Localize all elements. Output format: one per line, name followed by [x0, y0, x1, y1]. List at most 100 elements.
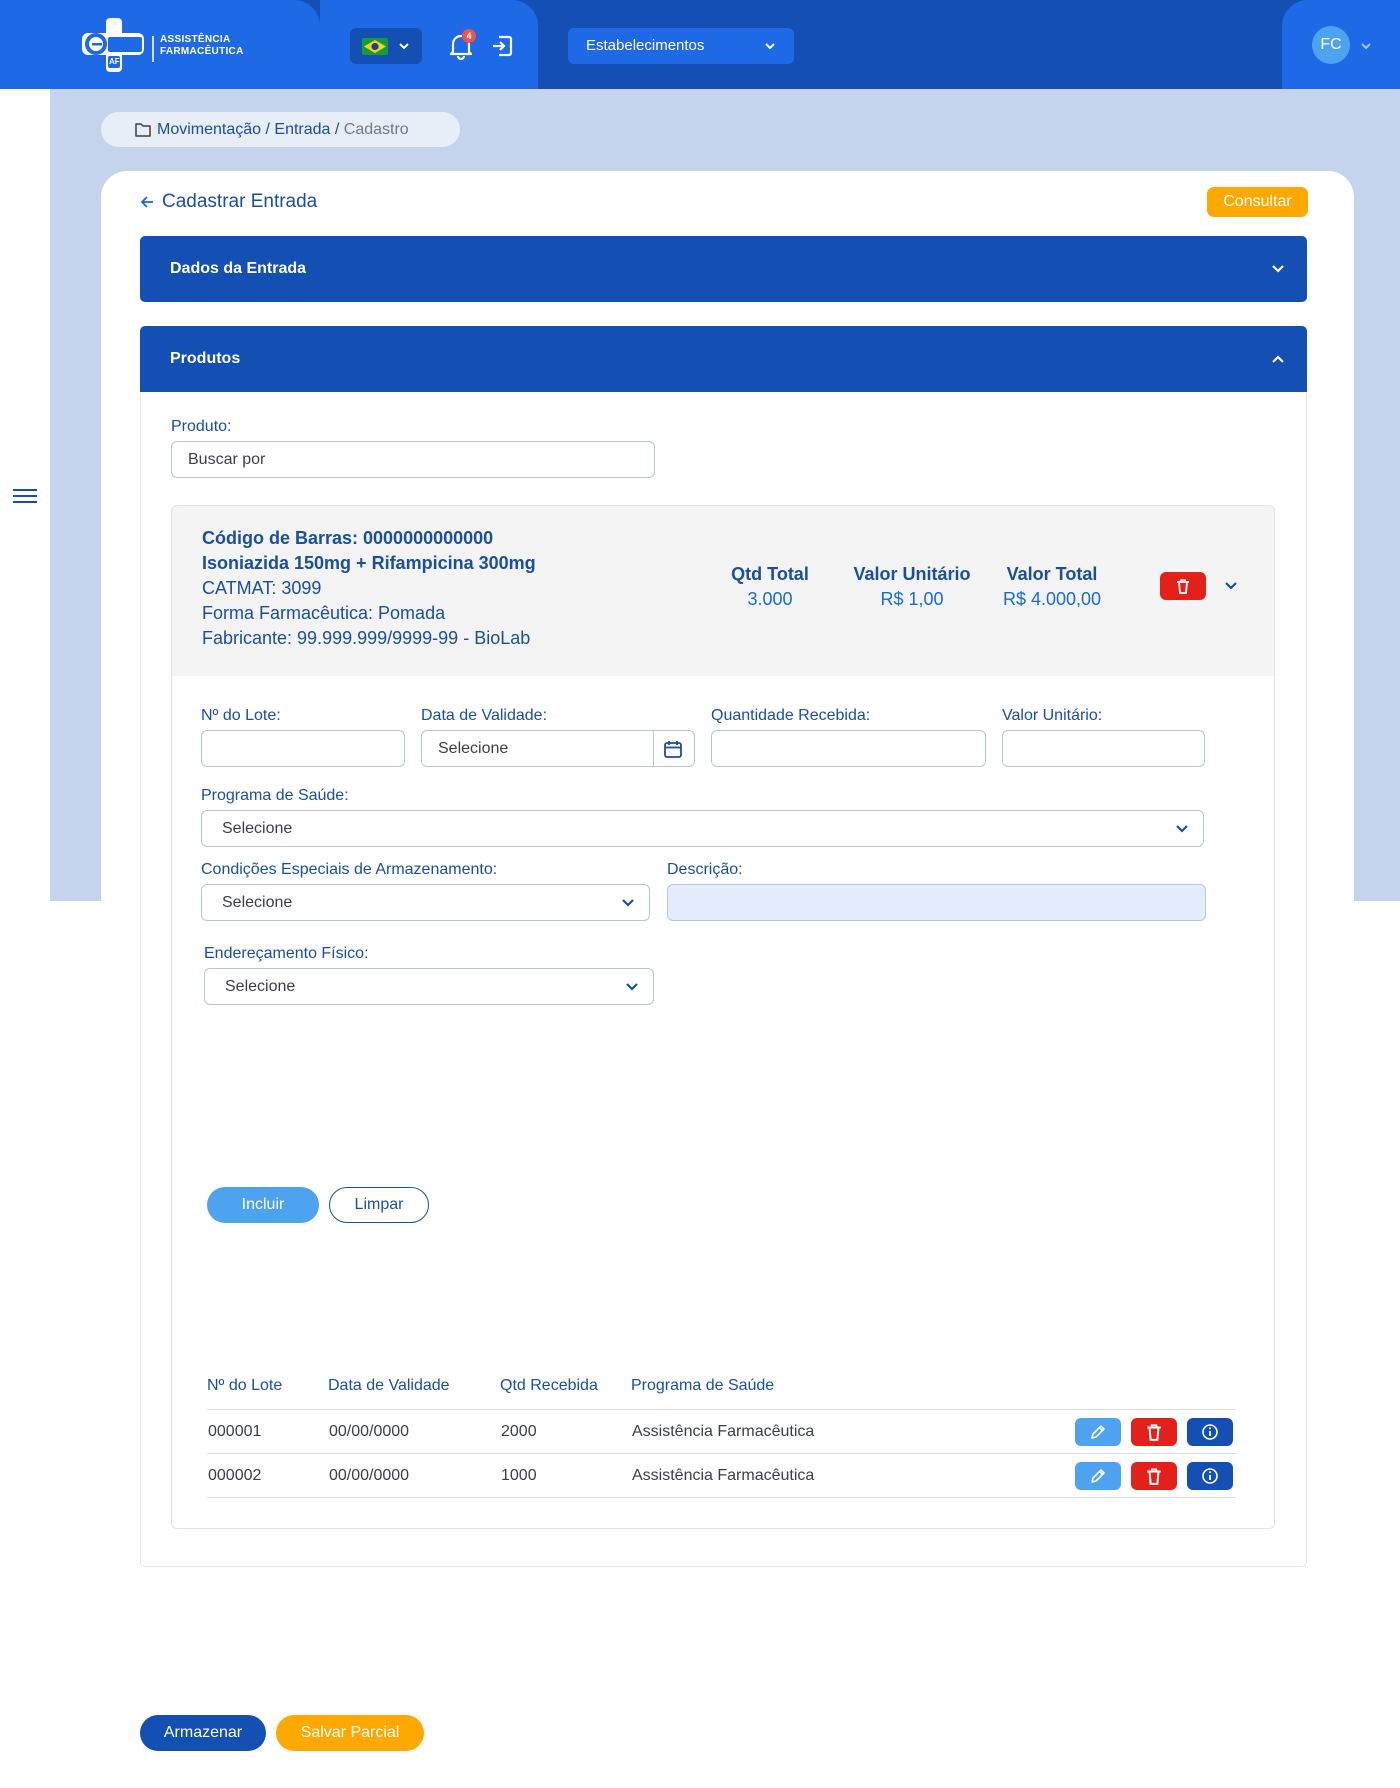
breadcrumb-separator: / — [330, 121, 344, 138]
hamburger-menu-icon[interactable] — [12, 487, 38, 505]
trash-icon — [1147, 1424, 1161, 1441]
product-fabricante: Fabricante: 99.999.999/9999-99 - BioLab — [202, 628, 531, 648]
programa-select[interactable]: Selecione — [201, 810, 1204, 847]
valor-total-label: Valor Total — [1006, 564, 1098, 584]
table-divider — [207, 1497, 1236, 1498]
qtd-total-value: 3.000 — [747, 589, 793, 609]
breadcrumb: Movimentação / Entrada / Cadastro — [101, 112, 460, 147]
trash-icon — [1177, 579, 1189, 594]
section-title: Dados da Entrada — [170, 260, 307, 277]
establishments-dropdown[interactable]: Estabelecimentos — [568, 28, 794, 64]
arrow-left-icon[interactable] — [140, 195, 154, 209]
table-header-qtd: Qtd Recebida — [500, 1377, 598, 1394]
user-avatar[interactable]: FC — [1312, 26, 1350, 64]
breadcrumb-current: Cadastro — [343, 121, 409, 138]
enderecamento-label: Endereçamento Físico: — [204, 945, 369, 962]
qtd-total-stat: Qtd Total 3.000 — [700, 562, 840, 612]
delete-row-button[interactable] — [1131, 1462, 1177, 1490]
valor-unitario-value: R$ 1,00 — [880, 589, 944, 609]
table-header-lote: Nº do Lote — [207, 1377, 283, 1394]
lote-label: Nº do Lote: — [201, 707, 281, 724]
folder-icon — [135, 123, 151, 137]
page-title: Cadastrar Entrada — [140, 189, 317, 215]
programa-label: Programa de Saúde: — [201, 787, 349, 804]
calendar-separator — [653, 731, 654, 766]
valor-total-stat: Valor Total R$ 4.000,00 — [972, 562, 1132, 612]
table-header-programa: Programa de Saúde — [631, 1377, 775, 1394]
product-summary: Código de Barras: 0000000000000 Isoniazi… — [172, 506, 1274, 676]
chevron-down-icon — [626, 983, 638, 991]
product-catmat: CATMAT: 3099 — [202, 578, 322, 598]
lote-input[interactable] — [201, 730, 405, 767]
table-divider — [207, 1409, 1236, 1410]
edit-row-button[interactable] — [1075, 1418, 1121, 1446]
validade-label: Data de Validade: — [421, 707, 548, 724]
chevron-down-icon — [765, 43, 775, 50]
table-cell-lote: 000002 — [208, 1467, 262, 1484]
descricao-label: Descrição: — [667, 861, 743, 878]
logo-title-line1: ASSISTÊNCIA — [160, 34, 231, 45]
validade-datepicker[interactable]: Selecione — [421, 730, 695, 767]
pencil-icon — [1091, 1425, 1105, 1439]
brazil-flag-icon — [362, 38, 388, 55]
delete-row-button[interactable] — [1131, 1418, 1177, 1446]
product-forma: Forma Farmacêutica: Pomada — [202, 603, 446, 623]
descricao-input[interactable] — [667, 884, 1206, 921]
produto-search-input[interactable]: Buscar por — [171, 441, 655, 478]
validade-value: Selecione — [438, 740, 509, 757]
esus-af-logo[interactable]: esus AF ASSISTÊNCIA FARMACÊUTICA — [82, 18, 244, 72]
delete-product-button[interactable] — [1160, 572, 1206, 600]
chevron-down-icon[interactable] — [1224, 580, 1238, 592]
valor-unitario-input[interactable] — [1002, 730, 1205, 767]
section-title: Produtos — [170, 350, 241, 367]
section-header-dados-entrada[interactable]: Dados da Entrada — [140, 236, 1307, 302]
calendar-icon[interactable] — [663, 739, 683, 759]
consultar-button[interactable]: Consultar — [1207, 187, 1308, 217]
table-header-validade: Data de Validade — [328, 1377, 450, 1394]
product-info: Código de Barras: 0000000000000 Isoniazi… — [202, 526, 536, 651]
qtd-total-label: Qtd Total — [731, 564, 809, 584]
info-icon — [1202, 1468, 1218, 1484]
chevron-down-icon — [1176, 825, 1188, 833]
condicoes-label: Condições Especiais de Armazenamento: — [201, 861, 498, 878]
valor-total-value: R$ 4.000,00 — [1002, 589, 1102, 609]
chevron-down-icon — [622, 899, 634, 907]
product-name: Isoniazida 150mg + Rifampicina 300mg — [202, 553, 536, 573]
edit-row-button[interactable] — [1075, 1462, 1121, 1490]
limpar-button[interactable]: Limpar — [329, 1187, 429, 1223]
table-cell-programa: Assistência Farmacêutica — [632, 1467, 815, 1484]
armazenar-button[interactable]: Armazenar — [140, 1715, 266, 1751]
condicoes-select[interactable]: Selecione — [201, 884, 650, 921]
qtd-recebida-label: Quantidade Recebida: — [711, 707, 871, 724]
breadcrumb-entrada[interactable]: Entrada — [274, 121, 330, 138]
table-cell-qtd: 1000 — [501, 1467, 537, 1484]
qtd-recebida-input[interactable] — [711, 730, 986, 767]
notification-badge: 4 — [462, 29, 476, 43]
logout-icon[interactable] — [490, 34, 514, 58]
establishments-label: Estabelecimentos — [586, 37, 705, 54]
valor-unitario-stat: Valor Unitário R$ 1,00 — [832, 562, 992, 612]
incluir-button[interactable]: Incluir — [207, 1187, 319, 1223]
product-barcode: Código de Barras: 0000000000000 — [202, 528, 494, 548]
enderecamento-select[interactable]: Selecione — [204, 968, 654, 1005]
table-cell-validade: 00/00/0000 — [329, 1423, 410, 1440]
logo-af-text: AF — [109, 57, 120, 66]
language-selector[interactable] — [350, 28, 422, 64]
valor-unitario-label: Valor Unitário — [853, 564, 971, 584]
logo-title: ASSISTÊNCIA FARMACÊUTICA — [160, 34, 244, 58]
info-row-button[interactable] — [1187, 1462, 1233, 1490]
trash-icon — [1147, 1468, 1161, 1485]
salvar-parcial-button[interactable]: Salvar Parcial — [276, 1715, 424, 1751]
table-divider — [207, 1453, 1236, 1454]
section-header-produtos[interactable]: Produtos — [140, 326, 1307, 392]
chevron-down-icon[interactable] — [1360, 40, 1372, 52]
breadcrumb-movimentacao[interactable]: Movimentação — [157, 121, 261, 138]
info-icon — [1202, 1424, 1218, 1440]
info-row-button[interactable] — [1187, 1418, 1233, 1446]
condicoes-value: Selecione — [222, 894, 293, 911]
enderecamento-value: Selecione — [225, 978, 296, 995]
logo-title-line2: FARMACÊUTICA — [160, 46, 244, 57]
breadcrumb-separator: / — [261, 121, 275, 138]
page-title-text: Cadastrar Entrada — [162, 191, 318, 212]
table-cell-validade: 00/00/0000 — [329, 1467, 410, 1484]
